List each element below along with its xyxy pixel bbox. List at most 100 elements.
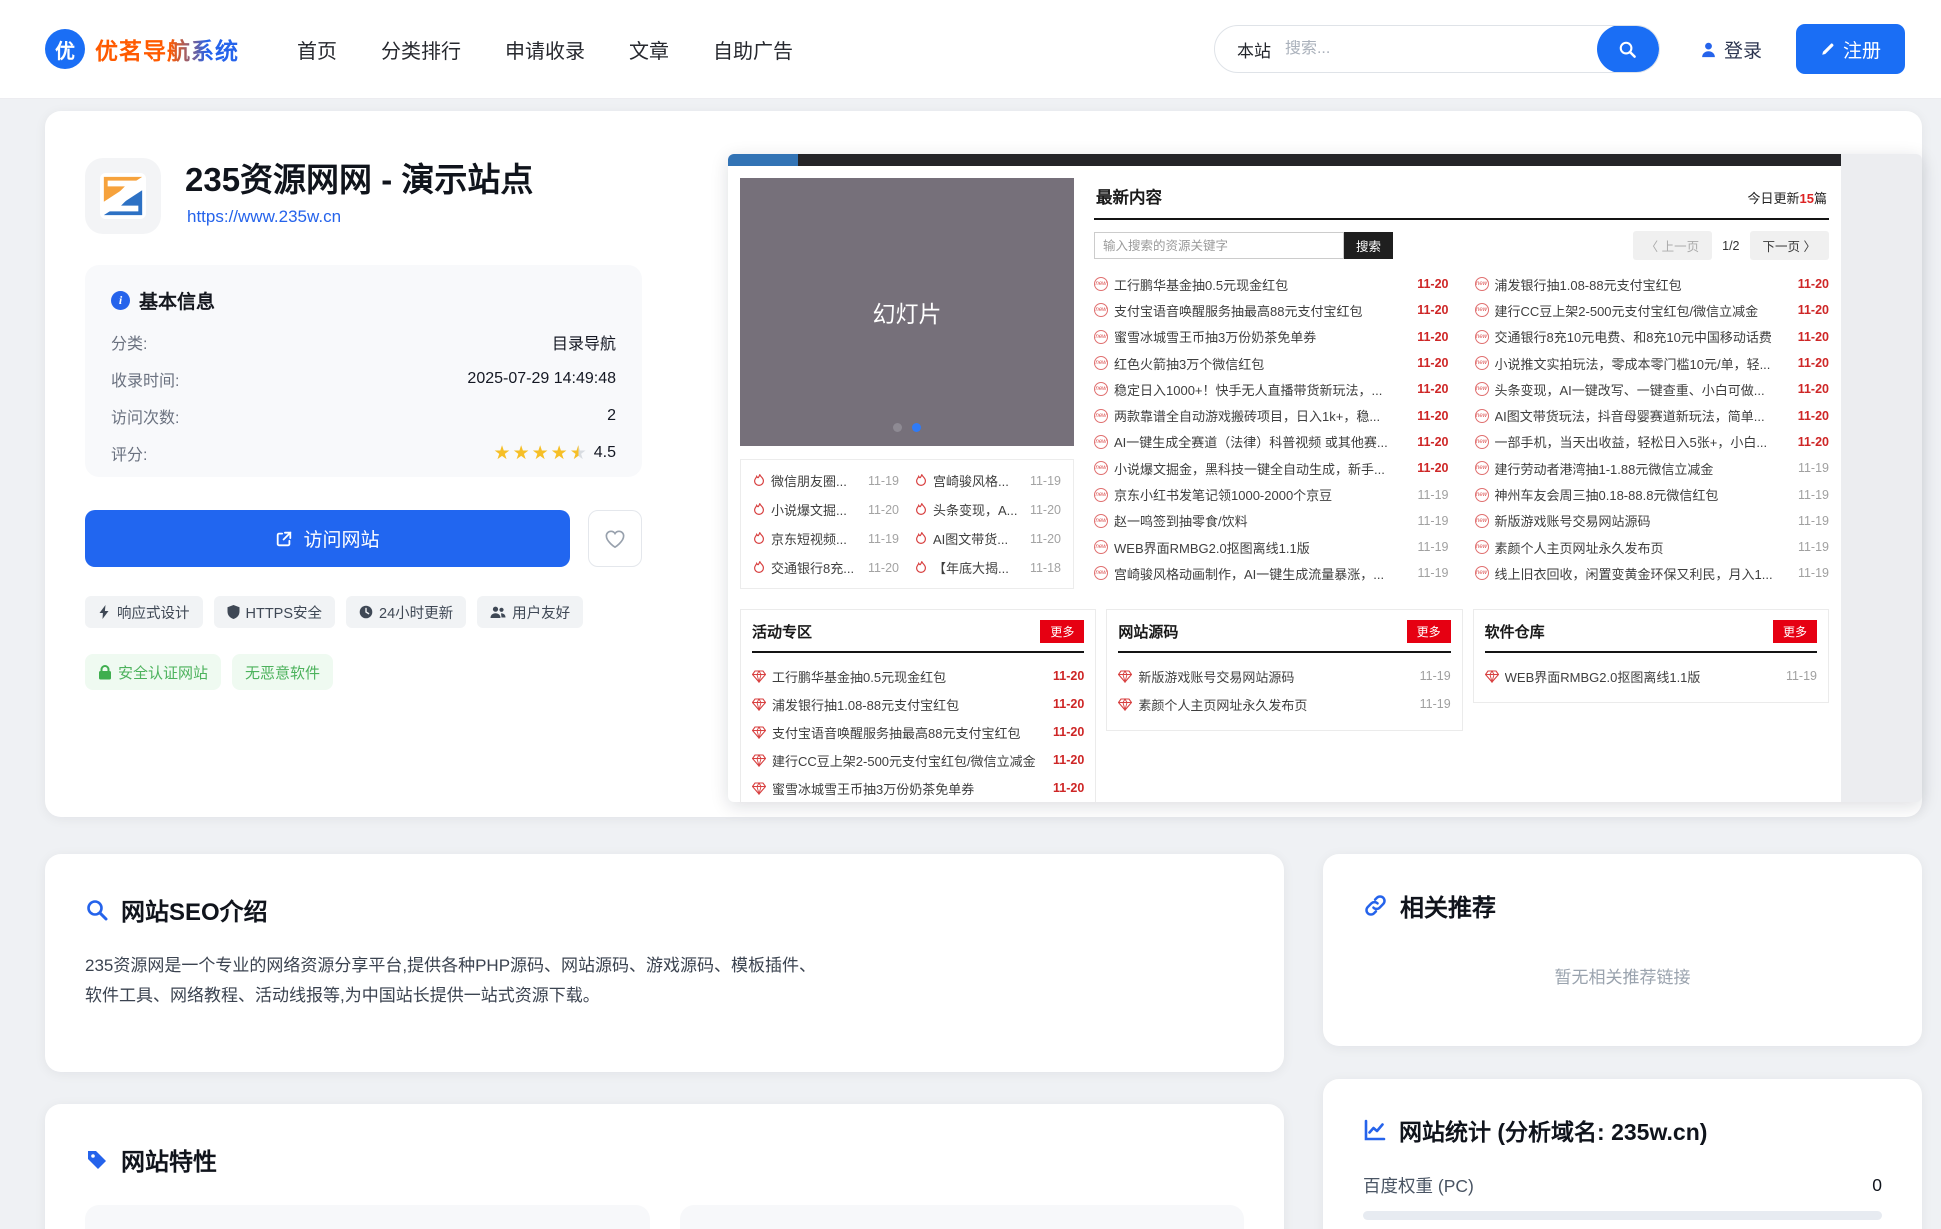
seo-title: 网站SEO介绍 — [121, 892, 268, 927]
item-date: 11-19 — [1798, 514, 1829, 528]
site-screenshot-thumbnail[interactable]: 幻灯片 微信朋友圈... — [728, 154, 1922, 802]
visit-site-button[interactable]: 访问网站 — [85, 510, 570, 567]
hot-link-item: 交通银行8充... 11-20 — [753, 558, 899, 577]
login-link[interactable]: 登录 — [1700, 36, 1762, 63]
item-date: 11-19 — [1417, 488, 1448, 502]
nav-item[interactable]: 文章 — [629, 35, 669, 64]
list-item: new AI图文带货玩法，抖音母婴赛道新玩法，简单... 11-20 — [1475, 402, 1830, 428]
heart-icon — [604, 529, 626, 549]
flame-icon — [915, 474, 928, 488]
new-badge-icon: new — [1475, 330, 1489, 344]
slideshow-dot — [893, 423, 902, 432]
info-icon: i — [111, 291, 130, 310]
hot-link-title: 【年底大揭... — [933, 558, 1025, 577]
new-badge-icon: new — [1094, 409, 1108, 423]
info-row: 收录时间: 2025-07-29 14:49:48 — [111, 367, 616, 391]
latest-title: 最新内容 — [1096, 184, 1162, 208]
item-title: 建行CC豆上架2-500元支付宝红包/微信立减金 — [1495, 301, 1792, 320]
latest-panel: 最新内容 今日更新15篇 搜索 〈 上一页 1/2 下一页 〉 — [1094, 178, 1829, 589]
item-title: 京东小红书发笔记领1000-2000个京豆 — [1114, 485, 1411, 504]
basic-info-panel: i 基本信息 分类: 目录导航 收录时间: 2025-07-29 14:49:4… — [85, 265, 642, 477]
screenshot-gutter — [1841, 154, 1922, 802]
more-button: 更多 — [1040, 620, 1084, 643]
item-date: 11-20 — [1417, 409, 1448, 423]
item-title: 神州车友会周三抽0.18-88.8元微信红包 — [1495, 485, 1792, 504]
item-title: WEB界面RMBG2.0抠图离线1.1版 — [1505, 667, 1780, 686]
list-item: 支付宝语音唤醒服务抽最高88元支付宝红包 11-20 — [752, 718, 1084, 746]
nav-item[interactable]: 自助广告 — [713, 35, 793, 64]
nav-item[interactable]: 分类排行 — [381, 35, 461, 64]
hot-link-item: 小说爆文掘... 11-20 — [753, 500, 899, 519]
hot-link-item: 宫崎骏风格... 11-19 — [915, 471, 1061, 490]
latest-list-left: new 工行鹏华基金抽0.5元现金红包 11-20 new 支付宝语音唤醒服务抽… — [1094, 271, 1449, 587]
list-item: new 工行鹏华基金抽0.5元现金红包 11-20 — [1094, 271, 1449, 297]
updated-today-count: 今日更新15篇 — [1748, 188, 1828, 207]
brand[interactable]: 优 优茗导航系统 — [45, 29, 239, 69]
item-title: 浦发银行抽1.08-88元支付宝红包 — [1495, 275, 1792, 294]
search-scope-select[interactable]: 本站 — [1215, 37, 1285, 62]
new-badge-icon: new — [1094, 435, 1108, 449]
related-card: 相关推荐 暂无相关推荐链接 — [1323, 854, 1922, 1046]
info-label: 访问次数: — [111, 404, 179, 428]
hot-link-date: 11-20 — [868, 503, 899, 517]
new-badge-icon: new — [1475, 566, 1489, 580]
hot-link-title: 头条变现，A... — [933, 500, 1025, 519]
item-title: 素颜个人主页网址永久发布页 — [1138, 695, 1413, 714]
search-button[interactable] — [1597, 25, 1659, 73]
related-empty-text: 暂无相关推荐链接 — [1363, 963, 1882, 988]
screenshot-left-column: 幻灯片 微信朋友圈... — [740, 178, 1074, 589]
hot-link-item: 【年底大揭... 11-18 — [915, 558, 1061, 577]
gem-icon — [1485, 670, 1499, 683]
info-label: 分类: — [111, 330, 147, 354]
site-url-link[interactable]: https://www.235w.cn — [187, 207, 341, 227]
nav-item[interactable]: 申请收录 — [505, 35, 585, 64]
item-title: 建行劳动者港湾抽1-1.88元微信立减金 — [1495, 459, 1792, 478]
item-date: 11-20 — [1417, 435, 1448, 449]
stat-row-baidu: 百度权重 (PC) 0 — [1363, 1173, 1882, 1198]
new-badge-icon: new — [1475, 461, 1489, 475]
search-input[interactable] — [1285, 40, 1597, 58]
item-date: 11-20 — [1053, 669, 1084, 683]
seo-intro-card: 网站SEO介绍 235资源网是一个专业的网络资源分享平台,提供各种PHP源码、网… — [45, 854, 1284, 1072]
favorite-button[interactable] — [588, 510, 642, 567]
gem-icon — [752, 754, 766, 767]
resource-search-input — [1094, 232, 1344, 259]
item-title: 素颜个人主页网址永久发布页 — [1495, 538, 1792, 557]
user-icon — [1700, 41, 1717, 58]
item-title: 小说爆文掘金，黑科技一键全自动生成，新手... — [1114, 459, 1411, 478]
stat-label: 百度权重 (PC) — [1363, 1173, 1474, 1198]
rating-value: 4.5 — [594, 444, 616, 462]
item-date: 11-20 — [1053, 725, 1084, 739]
list-item: WEB界面RMBG2.0抠图离线1.1版 11-19 — [1485, 662, 1817, 690]
feature-box-clean-ui: 界面简洁 — [85, 1205, 650, 1229]
flame-icon — [915, 532, 928, 546]
basic-info-title: 基本信息 — [139, 287, 215, 314]
top-navbar: 优 优茗导航系统 首页 分类排行 申请收录 文章 自助广告 本站 登录 注册 — [0, 0, 1941, 99]
new-badge-icon: new — [1475, 277, 1489, 291]
item-title: 新版游戏账号交易网站源码 — [1495, 511, 1792, 530]
seo-description: 235资源网是一个专业的网络资源分享平台,提供各种PHP源码、网站源码、游戏源码… — [85, 951, 830, 1012]
register-button[interactable]: 注册 — [1796, 24, 1905, 74]
list-item: 建行CC豆上架2-500元支付宝红包/微信立减金 11-20 — [752, 746, 1084, 774]
flame-icon — [915, 561, 928, 575]
list-item: new 红色火箭抽3万个微信红包 11-20 — [1094, 350, 1449, 376]
new-badge-icon: new — [1094, 356, 1108, 370]
new-badge-icon: new — [1094, 382, 1108, 396]
latest-toolbar: 搜索 〈 上一页 1/2 下一页 〉 — [1094, 231, 1829, 260]
slideshow-dots — [740, 423, 1074, 432]
hot-link-date: 11-18 — [1030, 561, 1061, 575]
slideshow: 幻灯片 — [740, 178, 1074, 446]
pagination: 〈 上一页 1/2 下一页 〉 — [1633, 231, 1829, 260]
nav-item[interactable]: 首页 — [297, 35, 337, 64]
users-icon — [490, 606, 506, 619]
slideshow-dot-active — [912, 423, 921, 432]
section-items: 新版游戏账号交易网站源码 11-19 素颜个人主页网址永久发布页 11-19 — [1118, 662, 1450, 718]
latest-header: 最新内容 今日更新15篇 — [1094, 178, 1829, 220]
flame-icon — [915, 503, 928, 517]
latest-list: new 工行鹏华基金抽0.5元现金红包 11-20 new 支付宝语音唤醒服务抽… — [1094, 271, 1829, 587]
latest-list-right: new 浦发银行抽1.08-88元支付宝红包 11-20 new 建行CC豆上架… — [1475, 271, 1830, 587]
stats-card: 网站统计 (分析域名: 235w.cn) 百度权重 (PC) 0 预计来路 0 … — [1323, 1079, 1922, 1229]
item-title: 建行CC豆上架2-500元支付宝红包/微信立减金 — [772, 751, 1047, 770]
tag-label: 用户友好 — [512, 602, 570, 623]
new-badge-icon: new — [1475, 435, 1489, 449]
